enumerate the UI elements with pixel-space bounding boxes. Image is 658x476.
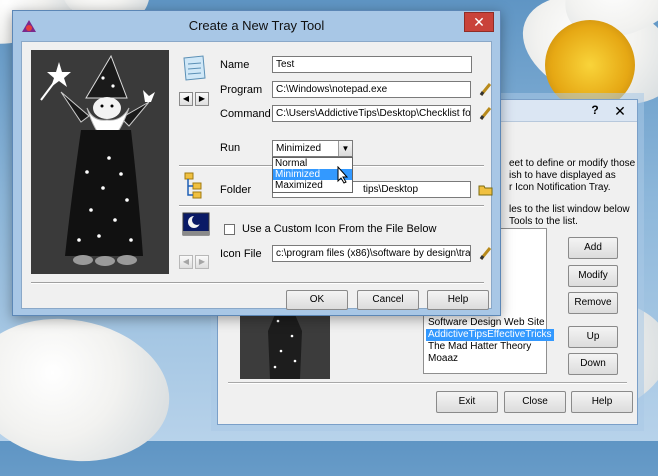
dialog-client-area: ◀ ▶ Name Test Program C:\Windows\notepad…: [21, 41, 495, 310]
list-item-selected[interactable]: AddictiveTipsEffectiveTricks: [426, 329, 554, 341]
separator: [179, 205, 484, 207]
up-button[interactable]: Up: [568, 326, 618, 348]
instructions-text-2: les to the list window below Tools to th…: [509, 204, 630, 227]
custom-icon-label: Use a Custom Icon From the File Below: [242, 223, 437, 235]
pencil-icon[interactable]: [477, 105, 495, 122]
previous-arrow-button[interactable]: ◀: [179, 92, 193, 106]
moon-icon: [182, 212, 210, 236]
close-icon[interactable]: ✕: [610, 103, 630, 119]
command-field[interactable]: C:\Users\AddictiveTips\Desktop\Checklist…: [272, 105, 471, 122]
run-select[interactable]: Minimized ▼: [272, 140, 353, 157]
name-field[interactable]: Test: [272, 56, 472, 73]
next-arrow-button[interactable]: ▶: [195, 255, 209, 269]
run-label: Run: [220, 142, 241, 154]
run-select-value: Minimized: [276, 143, 322, 154]
icon-file-field[interactable]: c:\program files (x86)\software by desig…: [272, 245, 471, 262]
add-button[interactable]: Add: [568, 237, 618, 259]
separator: [228, 382, 627, 384]
pencil-icon[interactable]: [477, 81, 495, 98]
folder-tree-icon: [184, 172, 202, 199]
next-arrow-button[interactable]: ▶: [195, 92, 209, 106]
custom-icon-checkbox[interactable]: [224, 224, 235, 235]
instructions-text: eet to define or modify those ish to hav…: [509, 158, 636, 193]
icon-file-label: Icon File: [220, 248, 262, 260]
program-field[interactable]: C:\Windows\notepad.exe: [272, 81, 471, 98]
help-button[interactable]: Help: [571, 391, 633, 413]
previous-arrow-button[interactable]: ◀: [179, 255, 193, 269]
command-label: Command: [220, 108, 271, 120]
wizard-image-panel: [31, 50, 169, 274]
folder-label: Folder: [220, 184, 252, 196]
ok-button[interactable]: OK: [286, 290, 348, 310]
create-tray-tool-dialog: Create a New Tray Tool ✕ ◀ ▶ Name Test P…: [12, 10, 501, 316]
down-button[interactable]: Down: [568, 353, 618, 375]
folder-open-icon[interactable]: [477, 181, 495, 198]
program-label: Program: [220, 84, 263, 96]
chevron-down-icon[interactable]: ▼: [338, 141, 352, 156]
exit-button[interactable]: Exit: [436, 391, 498, 413]
list-item[interactable]: Moaaz: [426, 353, 460, 365]
cancel-button[interactable]: Cancel: [357, 290, 419, 310]
close-button[interactable]: Close: [504, 391, 566, 413]
list-item[interactable]: Software Design Web Site: [426, 317, 547, 329]
name-label: Name: [220, 59, 250, 71]
help-button[interactable]: Help: [427, 290, 489, 310]
dialog-title: Create a New Tray Tool: [188, 18, 325, 33]
list-item[interactable]: The Mad Hatter Theory: [426, 341, 533, 353]
separator: [31, 282, 484, 284]
help-icon[interactable]: ?: [587, 103, 603, 119]
close-icon[interactable]: ✕: [464, 12, 494, 32]
wizard-illustration: [40, 54, 155, 266]
remove-button[interactable]: Remove: [568, 292, 618, 314]
pencil-icon[interactable]: [477, 245, 495, 262]
mouse-cursor-icon: [337, 166, 349, 184]
modify-button[interactable]: Modify: [568, 265, 618, 287]
notepad-icon: [183, 55, 206, 81]
